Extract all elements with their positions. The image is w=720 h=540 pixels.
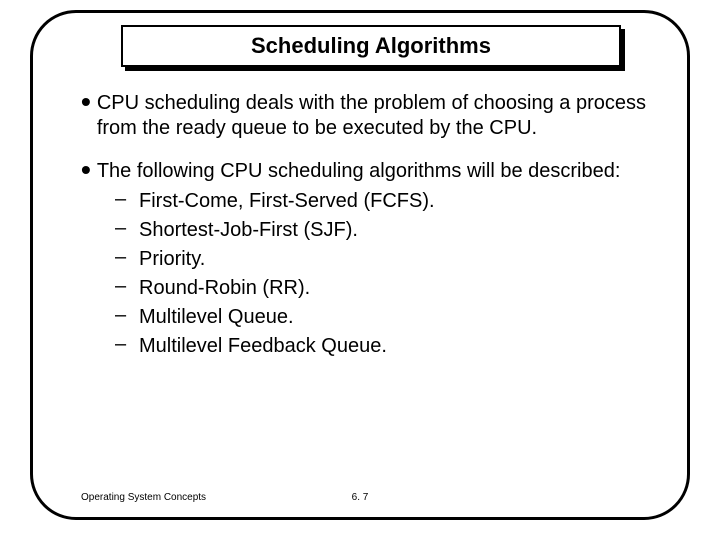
sub-item: – Multilevel Queue. <box>115 304 665 330</box>
bullet-item: • CPU scheduling deals with the problem … <box>81 91 665 141</box>
dash-icon: – <box>115 333 139 356</box>
sub-text: Multilevel Queue. <box>139 304 294 330</box>
bullet-text: The following CPU scheduling algorithms … <box>97 159 621 184</box>
sub-text: Round-Robin (RR). <box>139 275 310 301</box>
sub-text: Shortest-Job-First (SJF). <box>139 217 358 243</box>
title-box: Scheduling Algorithms <box>121 25 621 67</box>
sub-item: – Shortest-Job-First (SJF). <box>115 217 665 243</box>
footer-page-number: 6. 7 <box>33 492 687 503</box>
sub-item: – First-Come, First-Served (FCFS). <box>115 188 665 214</box>
sub-item: – Priority. <box>115 246 665 272</box>
dash-icon: – <box>115 275 139 298</box>
sub-text: First-Come, First-Served (FCFS). <box>139 188 435 214</box>
dash-icon: – <box>115 304 139 327</box>
bullet-text: CPU scheduling deals with the problem of… <box>97 91 665 141</box>
dash-icon: – <box>115 217 139 240</box>
slide-body: • CPU scheduling deals with the problem … <box>81 91 665 362</box>
slide-frame: Scheduling Algorithms • CPU scheduling d… <box>30 10 690 520</box>
bullet-item: • The following CPU scheduling algorithm… <box>81 159 665 184</box>
slide-title: Scheduling Algorithms <box>251 33 491 59</box>
sub-list: – First-Come, First-Served (FCFS). – Sho… <box>115 188 665 359</box>
bullet-icon: • <box>81 161 91 179</box>
sub-item: – Multilevel Feedback Queue. <box>115 333 665 359</box>
dash-icon: – <box>115 188 139 211</box>
bullet-icon: • <box>81 93 91 111</box>
dash-icon: – <box>115 246 139 269</box>
sub-text: Priority. <box>139 246 205 272</box>
sub-item: – Round-Robin (RR). <box>115 275 665 301</box>
sub-text: Multilevel Feedback Queue. <box>139 333 387 359</box>
